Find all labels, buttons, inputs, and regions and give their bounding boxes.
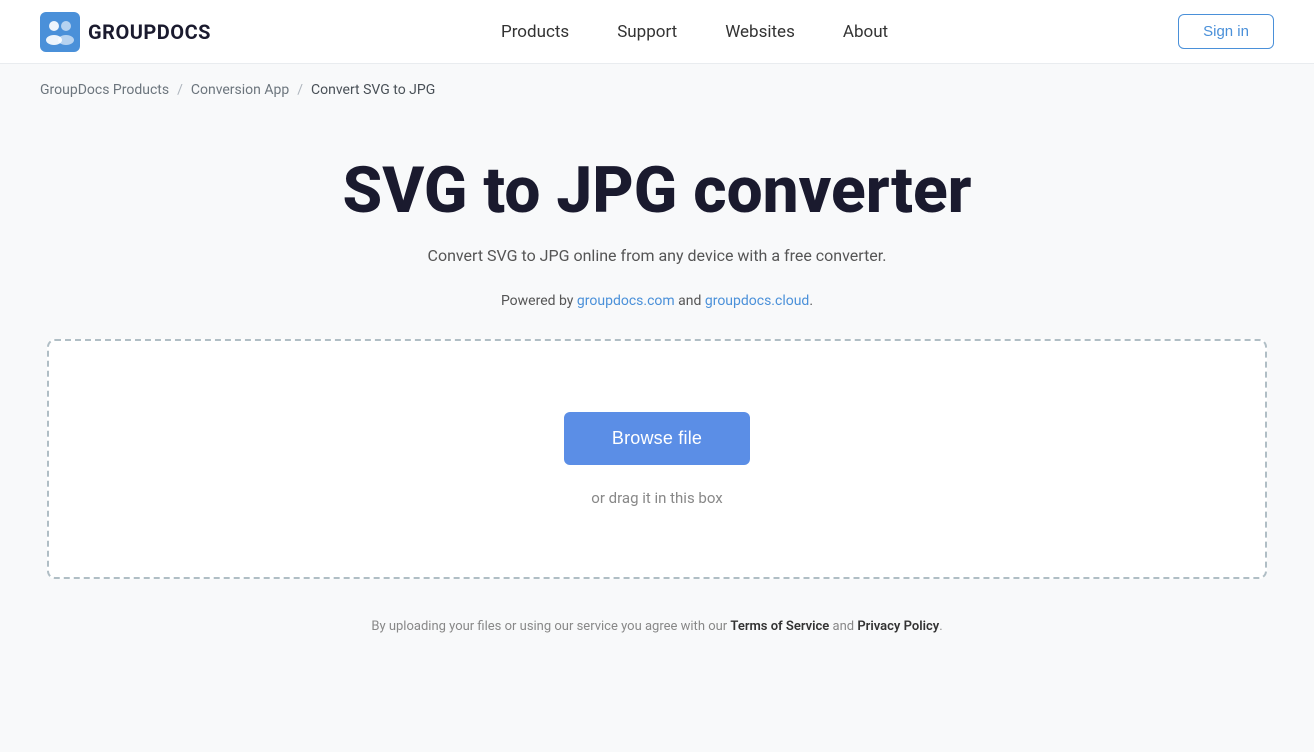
nav-links: Products Support Websites About xyxy=(501,22,888,42)
powered-by-text: Powered by groupdocs.com and groupdocs.c… xyxy=(501,293,813,309)
groupdocs-cloud-link[interactable]: groupdocs.cloud xyxy=(705,293,810,309)
powered-by-prefix: Powered by xyxy=(501,293,577,309)
browse-file-button[interactable]: Browse file xyxy=(564,412,750,465)
logo-area: GROUPDOCS xyxy=(40,12,211,52)
page-subtitle: Convert SVG to JPG online from any devic… xyxy=(428,246,887,265)
logo-text: GROUPDOCS xyxy=(88,20,211,44)
main-content: SVG to JPG converter Convert SVG to JPG … xyxy=(0,116,1314,674)
groupdocs-com-link[interactable]: groupdocs.com xyxy=(577,293,675,309)
privacy-link[interactable]: Privacy Policy xyxy=(857,619,939,634)
breadcrumb-groupdocs-products[interactable]: GroupDocs Products xyxy=(40,82,169,98)
nav-link-websites[interactable]: Websites xyxy=(725,22,795,42)
powered-by-between: and xyxy=(675,293,705,309)
navbar-actions: Sign in xyxy=(1178,14,1274,49)
groupdocs-logo-icon xyxy=(40,12,80,52)
drag-drop-text: or drag it in this box xyxy=(591,489,722,507)
upload-box[interactable]: Browse file or drag it in this box xyxy=(47,339,1267,579)
tos-link[interactable]: Terms of Service xyxy=(730,619,829,634)
nav-link-about[interactable]: About xyxy=(843,22,888,42)
nav-link-support[interactable]: Support xyxy=(617,22,677,42)
page-title: SVG to JPG converter xyxy=(342,156,971,226)
footer-note: By uploading your files or using our ser… xyxy=(371,619,942,634)
nav-link-products[interactable]: Products xyxy=(501,22,569,42)
breadcrumb-current: Convert SVG to JPG xyxy=(311,82,435,98)
breadcrumb: GroupDocs Products / Conversion App / Co… xyxy=(0,64,1314,116)
breadcrumb-separator-2: / xyxy=(297,82,303,98)
sign-in-button[interactable]: Sign in xyxy=(1178,14,1274,49)
footer-note-between: and xyxy=(829,619,857,634)
navbar: GROUPDOCS Products Support Websites Abou… xyxy=(0,0,1314,64)
powered-by-suffix: . xyxy=(809,293,813,309)
breadcrumb-separator-1: / xyxy=(177,82,183,98)
breadcrumb-conversion-app[interactable]: Conversion App xyxy=(191,82,289,98)
footer-note-suffix: . xyxy=(939,619,942,634)
footer-note-prefix: By uploading your files or using our ser… xyxy=(371,619,730,634)
